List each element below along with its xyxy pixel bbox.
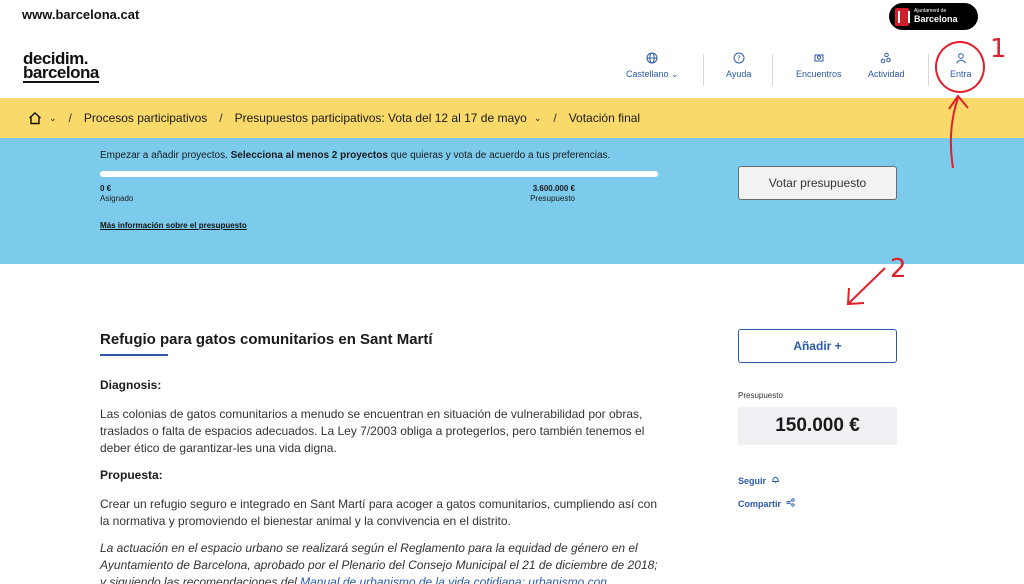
total-amount: 3.600.000 € Presupuesto — [526, 184, 575, 204]
gender-note: La actuación en el espacio urbano se rea… — [100, 540, 660, 584]
nav-meetings-label: Encuentros — [796, 69, 842, 79]
chevron-down-icon[interactable]: ⌄ — [49, 113, 57, 124]
site-link[interactable]: www.barcelona.cat — [22, 7, 139, 22]
breadcrumb-separator: / — [553, 111, 557, 125]
more-info-link[interactable]: Más información sobre el presupuesto — [100, 221, 247, 230]
help-icon: ? — [733, 52, 745, 66]
project-title: Refugio para gatos comunitarios en Sant … — [100, 331, 433, 348]
total-value: 3.600.000 € — [532, 184, 575, 193]
budget-intro-pre: Empezar a añadir proyectos. — [100, 150, 231, 161]
nav-help[interactable]: ? Ayuda — [726, 52, 751, 79]
nav-divider — [703, 54, 704, 86]
total-label: Presupuesto — [530, 194, 575, 203]
activity-icon — [880, 52, 892, 66]
assigned-value: 0 € — [100, 184, 112, 193]
meetings-icon — [813, 52, 825, 66]
svg-text:?: ? — [737, 55, 741, 63]
breadcrumb-processes[interactable]: Procesos participativos — [84, 111, 207, 125]
share-icon — [786, 498, 795, 509]
nav-help-label: Ayuda — [726, 69, 752, 79]
vote-budget-button[interactable]: Votar presupuesto — [738, 166, 897, 200]
project-budget-value: 150.000 € — [738, 407, 897, 445]
budget-intro-bold: Selecciona al menos 2 proyectos — [230, 150, 388, 161]
annotation-circle — [935, 41, 985, 93]
ajuntament-logo[interactable]: Ajuntament de Barcelona — [889, 3, 978, 30]
breadcrumb-separator: / — [68, 111, 72, 125]
nav-language[interactable]: Castellano ⌄ — [626, 52, 679, 80]
nav-divider — [928, 54, 929, 86]
logo-line-2: barcelona — [23, 63, 99, 83]
budget-intro-post: que quieras y vota de acuerdo a tus pref… — [387, 150, 611, 161]
nav-language-label: Castellano — [626, 69, 669, 79]
top-bar: www.barcelona.cat Ajuntament de Barcelon… — [0, 0, 1024, 32]
main-header: decidim. barcelona Castellano ⌄ ? Ayuda … — [0, 32, 1024, 98]
assigned-label: Asignado — [100, 194, 134, 203]
share-label: Compartir — [738, 498, 782, 509]
nav-divider — [772, 54, 773, 86]
follow-label: Seguir — [738, 475, 767, 486]
bell-icon — [771, 475, 780, 486]
budget-summary: Empezar a añadir proyectos. Selecciona a… — [0, 138, 1024, 264]
nav-activity-label: Actividad — [868, 69, 905, 79]
title-underline — [100, 354, 168, 356]
nav-activity[interactable]: Actividad — [868, 52, 905, 79]
budget-progress-bar — [100, 171, 658, 177]
shield-icon — [895, 7, 910, 26]
chevron-down-icon[interactable]: ⌄ — [534, 113, 542, 124]
project-budget-label: Presupuesto — [738, 391, 783, 400]
breadcrumb-separator: / — [219, 111, 223, 125]
chevron-down-icon: ⌄ — [671, 69, 679, 79]
breadcrumb-current[interactable]: Votación final — [569, 111, 640, 125]
nav-meetings[interactable]: Encuentros — [796, 52, 842, 79]
diagnosis-text: Las colonias de gatos comunitarios a men… — [100, 407, 645, 455]
annotation-label-1: 1 — [990, 34, 1007, 64]
share-link[interactable]: Compartir — [738, 498, 795, 509]
arrow-down-annotation — [846, 267, 886, 306]
budget-intro: Empezar a añadir proyectos. Selecciona a… — [100, 150, 610, 161]
diagnosis-heading: Diagnosis: — [100, 378, 162, 392]
add-project-button[interactable]: Añadir + — [738, 329, 897, 363]
breadcrumb: ⌄ / Procesos participativos / Presupuest… — [0, 98, 1024, 138]
breadcrumb-process[interactable]: Presupuestos participativos: Vota del 12… — [235, 111, 527, 125]
decidim-logo[interactable]: decidim. barcelona — [23, 50, 99, 83]
proposal-text: Crear un refugio seguro e integrado en S… — [100, 497, 657, 528]
annotation-label-2: 2 — [890, 254, 907, 284]
ajuntament-big-text: Barcelona — [914, 14, 958, 24]
home-icon[interactable] — [28, 111, 42, 125]
proposal-heading: Propuesta: — [100, 468, 163, 482]
follow-link[interactable]: Seguir — [738, 475, 780, 486]
globe-icon — [646, 52, 658, 66]
assigned-amount: 0 € Asignado — [100, 184, 133, 204]
